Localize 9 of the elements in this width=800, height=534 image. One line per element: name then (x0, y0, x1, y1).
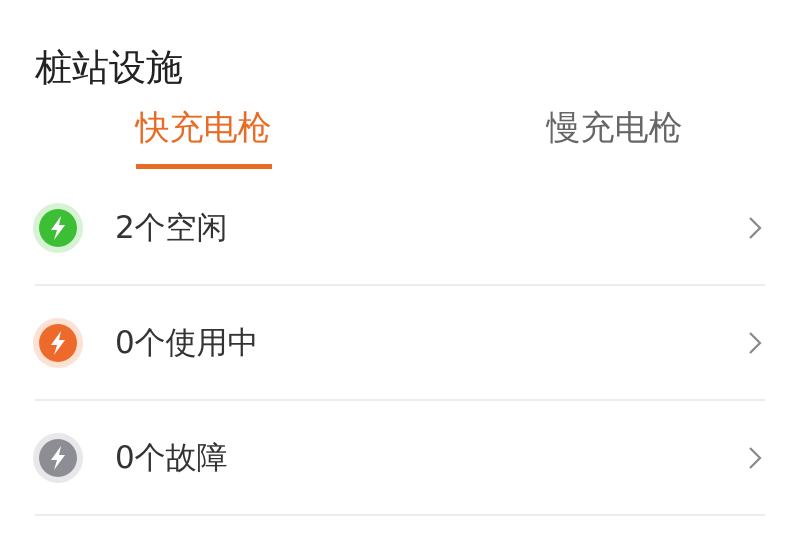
tab[interactable]: 快充电枪 (136, 106, 272, 169)
chevron-right-icon[interactable] (747, 214, 763, 240)
section-title: 桩站设施 (35, 45, 184, 91)
status-label: 0个使用中 (115, 324, 260, 362)
chevron-right-icon[interactable] (747, 444, 763, 470)
status-label: 2个空闲 (115, 208, 229, 248)
tab[interactable]: 慢充电枪 (546, 106, 682, 169)
status-label: 0个故障 (115, 438, 229, 478)
chevron-right-icon[interactable] (747, 330, 763, 356)
